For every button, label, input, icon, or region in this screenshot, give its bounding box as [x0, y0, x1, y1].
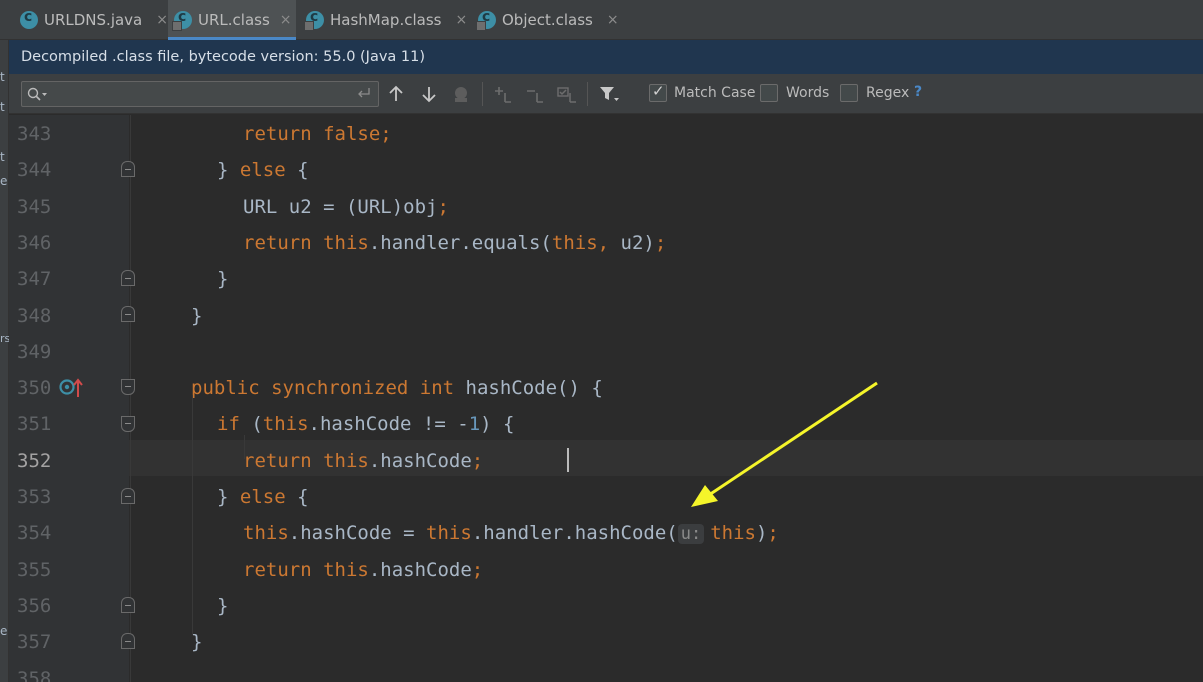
toolbar-separator — [587, 82, 588, 106]
words-label[interactable]: Words — [786, 85, 829, 101]
words-checkbox[interactable] — [760, 84, 778, 102]
class-file-icon — [172, 9, 192, 31]
filter-icon — [600, 87, 619, 101]
class-file-icon — [304, 9, 324, 31]
tab-label: URLDNS.java — [44, 11, 143, 29]
close-icon[interactable]: × — [455, 12, 467, 28]
regex-checkbox[interactable] — [840, 84, 858, 102]
panel-text: e — [0, 624, 8, 638]
annotation-arrow — [691, 381, 878, 507]
select-all-icon — [557, 87, 576, 103]
panel-text: t — [0, 70, 5, 84]
code-editor[interactable]: 343 344 345 346 347 348 349 350 351 352 353 354 355 3… — [9, 115, 1203, 682]
panel-text: t — [0, 100, 5, 114]
remove-selection-icon — [527, 90, 543, 103]
search-icon[interactable] — [27, 87, 47, 101]
toolbar-separator — [482, 82, 483, 106]
tab-label: HashMap.class — [330, 11, 442, 29]
search-field[interactable] — [21, 81, 379, 107]
class-file-icon — [476, 9, 496, 31]
close-icon[interactable]: × — [607, 12, 619, 28]
tab-url-class[interactable]: URL.class × — [168, 0, 296, 40]
search-input[interactable] — [48, 84, 348, 104]
previous-occurrence-button[interactable] — [384, 82, 408, 106]
remove-occurrence-button[interactable] — [523, 82, 547, 106]
select-all-occurrences-button[interactable] — [555, 82, 579, 106]
match-case-label[interactable]: Match Case — [674, 85, 755, 101]
regex-label[interactable]: Regex — [866, 85, 909, 101]
filter-button[interactable] — [597, 82, 621, 106]
find-bar: Match Case Words Regex ? — [9, 74, 1203, 114]
tab-hashmap-class[interactable]: HashMap.class × — [296, 0, 468, 40]
find-all-occurrences-button[interactable] — [449, 82, 473, 106]
tab-label: URL.class — [198, 11, 270, 29]
panel-text: t — [0, 150, 5, 164]
project-panel-edge[interactable]: t t t e rs e — [0, 40, 10, 682]
arrow-down-icon — [422, 87, 436, 103]
next-occurrence-button[interactable] — [417, 82, 441, 106]
regex-help-icon[interactable]: ? — [914, 84, 922, 100]
add-occurrence-button[interactable] — [491, 82, 515, 106]
find-all-icon — [455, 87, 467, 102]
new-line-icon[interactable] — [356, 87, 372, 101]
arrow-up-icon — [389, 85, 403, 101]
java-file-icon — [20, 9, 38, 29]
tab-object-class[interactable]: Object.class × — [468, 0, 619, 40]
add-selection-icon — [495, 87, 511, 103]
decompiled-banner: Decompiled .class file, bytecode version… — [9, 40, 1203, 74]
editor-tab-bar: URLDNS.java × URL.class × HashMap.class … — [0, 0, 1203, 40]
close-icon[interactable]: × — [156, 12, 168, 28]
close-icon[interactable]: × — [280, 12, 292, 28]
tab-urldns-java[interactable]: URLDNS.java × — [0, 0, 168, 40]
tab-label: Object.class — [502, 11, 593, 29]
panel-text: e — [0, 174, 8, 188]
match-case-checkbox[interactable] — [649, 82, 667, 102]
